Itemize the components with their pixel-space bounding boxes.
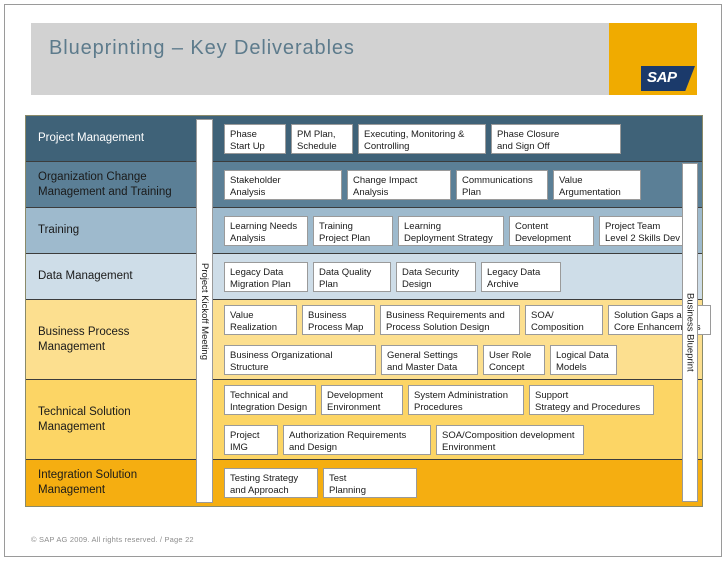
business-blueprint-strip: Business Blueprint: [682, 163, 698, 502]
diagram-row: Technical Solution Management Technical a…: [26, 380, 702, 460]
row-label: Integration Solution Management: [38, 469, 138, 496]
row-label: Organization Change Management and Train…: [38, 170, 172, 198]
deliverable-group: Stakeholder Analysis Change Impact Analys…: [216, 170, 702, 200]
deliverable-group: Legacy Data Migration Plan Data Quality P…: [216, 262, 702, 292]
deliverable-box[interactable]: System Administration Procedures: [408, 385, 524, 415]
sap-logo-text: SAP: [647, 69, 677, 86]
deliverable-box[interactable]: Training Project Plan: [313, 216, 393, 246]
deliverable-box[interactable]: Phase Closure and Sign Off: [491, 124, 621, 154]
deliverable-box[interactable]: Phase Start Up: [224, 124, 286, 154]
diagram-row: Business Process Management Value Realiza…: [26, 300, 711, 380]
deliverable-box[interactable]: Change Impact Analysis: [347, 170, 451, 200]
deliverable-box[interactable]: Testing Strategy and Approach: [224, 468, 318, 498]
deliverable-box[interactable]: Data Quality Plan: [313, 262, 391, 292]
deliverable-box[interactable]: Project IMG: [224, 425, 278, 455]
row-deliverables: Stakeholder Analysis Change Impact Analys…: [216, 162, 702, 207]
row-deliverables: Technical and Integration Design Developm…: [216, 380, 702, 459]
deliverables-diagram: Project Management Phase Start Up PM Plan,…: [25, 115, 711, 507]
row-deliverables: Value Realization Business Process Map Bus…: [216, 300, 711, 379]
deliverable-box[interactable]: Business Requirements and Process Soluti…: [380, 305, 520, 335]
diagram-row: Training Learning Needs Analysis Training …: [26, 208, 702, 254]
deliverable-box[interactable]: Content Development: [509, 216, 594, 246]
deliverable-group: Technical and Integration Design Developm…: [216, 385, 702, 415]
deliverable-box[interactable]: Legacy Data Archive: [481, 262, 561, 292]
deliverable-box[interactable]: SOA/ Composition: [525, 305, 603, 335]
page-title: Blueprinting – Key Deliverables: [49, 37, 355, 59]
deliverable-box[interactable]: Executing, Monitoring & Controlling: [358, 124, 486, 154]
deliverable-box[interactable]: Learning Deployment Strategy: [398, 216, 504, 246]
deliverable-box[interactable]: Project Team Level 2 Skills Dev: [599, 216, 694, 246]
deliverable-box[interactable]: Learning Needs Analysis: [224, 216, 308, 246]
deliverable-box[interactable]: Data Security Design: [396, 262, 476, 292]
deliverable-box[interactable]: Value Argumentation: [553, 170, 641, 200]
deliverable-box[interactable]: Business Organizational Structure: [224, 345, 376, 375]
footer-copyright: © SAP AG 2009. All rights reserved. / Pa…: [31, 535, 194, 544]
deliverable-group: Value Realization Business Process Map Bus…: [216, 305, 711, 335]
deliverable-box[interactable]: Business Process Map: [302, 305, 375, 335]
deliverable-group: Testing Strategy and Approach Test Planni…: [216, 468, 702, 498]
deliverable-box[interactable]: General Settings and Master Data: [381, 345, 478, 375]
row-deliverables: Testing Strategy and Approach Test Planni…: [216, 460, 702, 506]
deliverable-box[interactable]: Logical Data Models: [550, 345, 617, 375]
deliverable-group: Project IMG Authorization Requirements an…: [216, 425, 702, 455]
deliverable-box[interactable]: Development Environment: [321, 385, 403, 415]
diagram-row: Data Management Legacy Data Migration Pla…: [26, 254, 702, 300]
diagram-row: Project Management Phase Start Up PM Plan,…: [26, 116, 702, 162]
slide-header: Blueprinting – Key Deliverables SAP: [31, 23, 697, 95]
deliverable-box[interactable]: Authorization Requirements and Design: [283, 425, 431, 455]
deliverable-group: Business Organizational Structure General…: [216, 345, 702, 375]
deliverable-group: Learning Needs Analysis Training Project …: [216, 216, 702, 246]
deliverable-box[interactable]: Value Realization: [224, 305, 297, 335]
row-deliverables: Legacy Data Migration Plan Data Quality P…: [216, 254, 702, 299]
row-label: Project Management: [38, 132, 145, 144]
deliverable-box[interactable]: Stakeholder Analysis: [224, 170, 342, 200]
row-label: Technical Solution Management: [38, 405, 131, 433]
deliverable-group: Phase Start Up PM Plan, Schedule Executing…: [216, 124, 702, 154]
row-label: Business Process Management: [38, 325, 130, 353]
deliverable-box[interactable]: User Role Concept: [483, 345, 545, 375]
diagram-rows: Project Management Phase Start Up PM Plan,…: [26, 116, 711, 506]
row-deliverables: Learning Needs Analysis Training Project …: [216, 208, 702, 253]
business-blueprint-label: Business Blueprint: [684, 293, 696, 372]
diagram-row: Organization Change Management and Train…: [26, 162, 702, 208]
sap-logo-block: SAP: [609, 23, 697, 95]
diagram-row: Integration Solution Management Testing S…: [26, 460, 702, 506]
slide: Blueprinting – Key Deliverables SAP Proj…: [4, 4, 722, 557]
project-kickoff-meeting-strip: Project Kickoff Meeting: [196, 119, 213, 503]
deliverable-box[interactable]: Legacy Data Migration Plan: [224, 262, 308, 292]
deliverable-box[interactable]: Support Strategy and Procedures: [529, 385, 654, 415]
sap-logo-icon: SAP: [641, 66, 695, 91]
row-label: Training: [38, 224, 80, 236]
deliverable-box[interactable]: SOA/Composition development Environment: [436, 425, 584, 455]
deliverable-box[interactable]: Communications Plan: [456, 170, 548, 200]
deliverable-box[interactable]: Technical and Integration Design: [224, 385, 316, 415]
deliverable-box[interactable]: PM Plan, Schedule: [291, 124, 353, 154]
row-label: Data Management: [38, 270, 133, 282]
project-kickoff-meeting-label: Project Kickoff Meeting: [199, 262, 210, 360]
row-deliverables: Phase Start Up PM Plan, Schedule Executing…: [216, 116, 702, 161]
deliverable-box[interactable]: Test Planning: [323, 468, 417, 498]
